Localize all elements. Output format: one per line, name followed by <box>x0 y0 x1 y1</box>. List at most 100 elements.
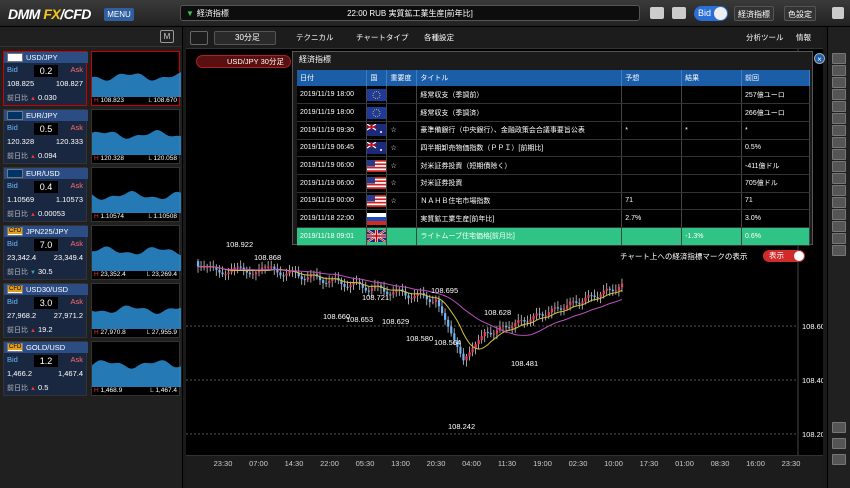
chart-type-button[interactable]: チャートタイプ <box>356 31 408 45</box>
eco-row[interactable]: 2019/11/18 22:00 実質鉱工業生産[前年比] 2.7% 3.0% <box>297 209 810 228</box>
color-setting-button[interactable]: 色設定 <box>784 6 816 21</box>
drawing-tool-icon[interactable] <box>832 113 846 124</box>
drawing-tool-icon[interactable] <box>832 161 846 172</box>
eco-row[interactable]: 2019/11/19 09:30 ☆ 豪準備銀行（中央銀行）、金融政策会合議事要… <box>297 121 810 140</box>
mark-display-toggle[interactable]: 表示 <box>763 250 805 262</box>
rate-card[interactable]: USD/JPY Bid 0.2 Ask 108.825 108.827 前日比 … <box>3 51 88 106</box>
technical-button[interactable]: テクニカル <box>296 31 334 45</box>
rate-row[interactable]: GOLD/USD CFD Bid 1.2 Ask 1,466.2 1,467.4… <box>3 341 181 396</box>
time-axis-label: 10:00 <box>604 459 623 468</box>
bid-ask-toggle[interactable]: Bid <box>694 6 728 21</box>
ask-price[interactable]: 1,467.4 <box>58 369 83 378</box>
country-flag-icon <box>366 156 388 175</box>
drawing-tool-icon[interactable] <box>832 149 846 160</box>
period-select[interactable]: 30分足 <box>214 31 276 45</box>
camera-icon[interactable] <box>672 7 686 19</box>
eco-row[interactable]: 2019/11/19 06:00 ☆ 対米証券投資（短期債除く） -411億ドル <box>297 156 810 175</box>
zoom-icon[interactable] <box>190 31 208 45</box>
rate-row[interactable]: EUR/JPY Bid 0.5 Ask 120.328 120.333 前日比 … <box>3 109 181 164</box>
bid-price[interactable]: 1,466.2 <box>7 369 32 378</box>
drawing-tool-icon[interactable] <box>832 53 846 64</box>
rate-card[interactable]: JPN225/JPY CFD Bid 7.0 Ask 23,342.4 23,3… <box>3 225 88 280</box>
day-change: 30.5 <box>30 267 53 276</box>
settings-button[interactable]: 各種設定 <box>424 31 454 45</box>
drawing-tool-icon[interactable] <box>832 438 846 449</box>
bid-price[interactable]: 120.328 <box>7 137 34 146</box>
mini-chart[interactable]: 23,352.4 23,269.4 <box>91 225 181 280</box>
bid-price[interactable]: 108.825 <box>7 79 34 88</box>
drawing-tool-icon[interactable] <box>832 125 846 136</box>
moving-average-long <box>198 266 623 336</box>
mini-chart[interactable]: 1,468.9 1,467.4 <box>91 341 181 396</box>
candle-body <box>511 326 514 329</box>
rate-row[interactable]: USD/JPY Bid 0.2 Ask 108.825 108.827 前日比 … <box>3 51 181 106</box>
eco-importance <box>386 86 418 105</box>
drawing-tool-icon[interactable] <box>832 77 846 88</box>
drawing-tool-icon[interactable] <box>832 89 846 100</box>
bid-price[interactable]: 23,342.4 <box>7 253 36 262</box>
drawing-tool-icon[interactable] <box>832 101 846 112</box>
eco-title: 経常収支（季調済） <box>416 103 623 122</box>
rate-row[interactable]: USD30/USD CFD Bid 3.0 Ask 27,968.2 27,97… <box>3 283 181 338</box>
eco-row[interactable]: 2019/11/19 00:00 ☆ ＮＡＨＢ住宅市場指数 71 71 <box>297 192 810 211</box>
eco-title: 経常収支（季調前） <box>416 86 623 105</box>
eco-column-header[interactable]: 結果 <box>681 70 743 86</box>
ask-price[interactable]: 120.333 <box>56 137 83 146</box>
m-button[interactable]: M <box>160 30 174 43</box>
rate-card[interactable]: USD30/USD CFD Bid 3.0 Ask 27,968.2 27,97… <box>3 283 88 338</box>
eco-column-header[interactable]: タイトル <box>416 70 623 86</box>
ask-price[interactable]: 23,349.4 <box>54 253 83 262</box>
eco-column-header[interactable]: 日付 <box>297 70 368 86</box>
drawing-tool-icon[interactable] <box>832 173 846 184</box>
rate-row[interactable]: EUR/USD Bid 0.4 Ask 1.10569 1.10573 前日比 … <box>3 167 181 222</box>
drawing-tool-icon[interactable] <box>832 422 846 433</box>
close-icon[interactable]: × <box>814 53 825 64</box>
drawing-tool-icon[interactable] <box>832 185 846 196</box>
help-icon[interactable] <box>832 7 844 19</box>
eco-indicator-button[interactable]: 経済指標 <box>734 6 774 21</box>
eco-previous: 266億ユーロ <box>741 103 810 122</box>
rate-card[interactable]: EUR/USD Bid 0.4 Ask 1.10569 1.10573 前日比 … <box>3 167 88 222</box>
mini-chart[interactable]: 120.328 120.058 <box>91 109 181 164</box>
candle-body <box>566 304 569 309</box>
eco-row[interactable]: 2019/11/19 18:00 経常収支（季調済） 266億ユーロ <box>297 103 810 122</box>
news-ticker[interactable]: 経済指標 22:00 RUB 実質鉱工業生産[前年比] <box>180 5 640 21</box>
eco-column-header[interactable]: 国 <box>366 70 388 86</box>
rate-card[interactable]: GOLD/USD CFD Bid 1.2 Ask 1,466.2 1,467.4… <box>3 341 88 396</box>
eco-row[interactable]: 2019/11/19 06:00 ☆ 対米証券投資 705億ドル <box>297 174 810 193</box>
candle-body <box>328 281 331 284</box>
economic-indicator-panel: 経済指標 日付国重要度 タイトル 予想 結果 前回 2019/11/19 18:00 経… <box>292 51 813 246</box>
ask-price[interactable]: 1.10573 <box>56 195 83 204</box>
eco-column-header[interactable]: 予想 <box>621 70 683 86</box>
ask-price[interactable]: 27,971.2 <box>54 311 83 320</box>
price-label: 108.628 <box>484 308 511 317</box>
drawing-tool-icon[interactable] <box>832 454 846 465</box>
drawing-tool-icon[interactable] <box>832 245 846 256</box>
rate-card[interactable]: EUR/JPY Bid 0.5 Ask 120.328 120.333 前日比 … <box>3 109 88 164</box>
drawing-tool-icon[interactable] <box>832 209 846 220</box>
bid-price[interactable]: 27,968.2 <box>7 311 36 320</box>
info-button[interactable]: 情報 <box>796 31 811 45</box>
mini-chart[interactable]: 108.823 108.670 <box>91 51 181 106</box>
rate-row[interactable]: JPN225/JPY CFD Bid 7.0 Ask 23,342.4 23,3… <box>3 225 181 280</box>
bid-price[interactable]: 1.10569 <box>7 195 34 204</box>
drawing-tool-icon[interactable] <box>832 137 846 148</box>
drawing-tool-icon[interactable] <box>832 197 846 208</box>
eco-row[interactable]: 2019/11/19 06:45 ☆ 四半期卸売物価指数（ＰＰＩ）[前期比] 0… <box>297 139 810 158</box>
analysis-tools-button[interactable]: 分析ツール <box>746 31 784 45</box>
ask-price[interactable]: 108.827 <box>56 79 83 88</box>
eco-row[interactable]: 2019/11/18 09:01 ライトムーブ住宅価格[前月比] -1.3% 0… <box>297 227 810 246</box>
y-axis-label: 108.200 <box>802 430 823 439</box>
eco-column-header[interactable]: 前回 <box>741 70 810 86</box>
drawing-tool-icon[interactable] <box>832 221 846 232</box>
eco-row[interactable]: 2019/11/19 18:00 経常収支（季調前） 257億ユーロ <box>297 86 810 105</box>
mini-chart[interactable]: 27,970.8 27,955.9 <box>91 283 181 338</box>
print-icon[interactable] <box>650 7 664 19</box>
drawing-tool-icon[interactable] <box>832 65 846 76</box>
mini-chart[interactable]: 1.10574 1.10508 <box>91 167 181 222</box>
eco-column-header[interactable]: 重要度 <box>386 70 418 86</box>
menu-button[interactable]: MENU <box>104 8 134 21</box>
drawing-tool-icon[interactable] <box>832 233 846 244</box>
chart-tab[interactable]: USD/JPY 30分足 <box>196 55 291 68</box>
app-logo: DMM FX/CFD <box>8 6 91 22</box>
